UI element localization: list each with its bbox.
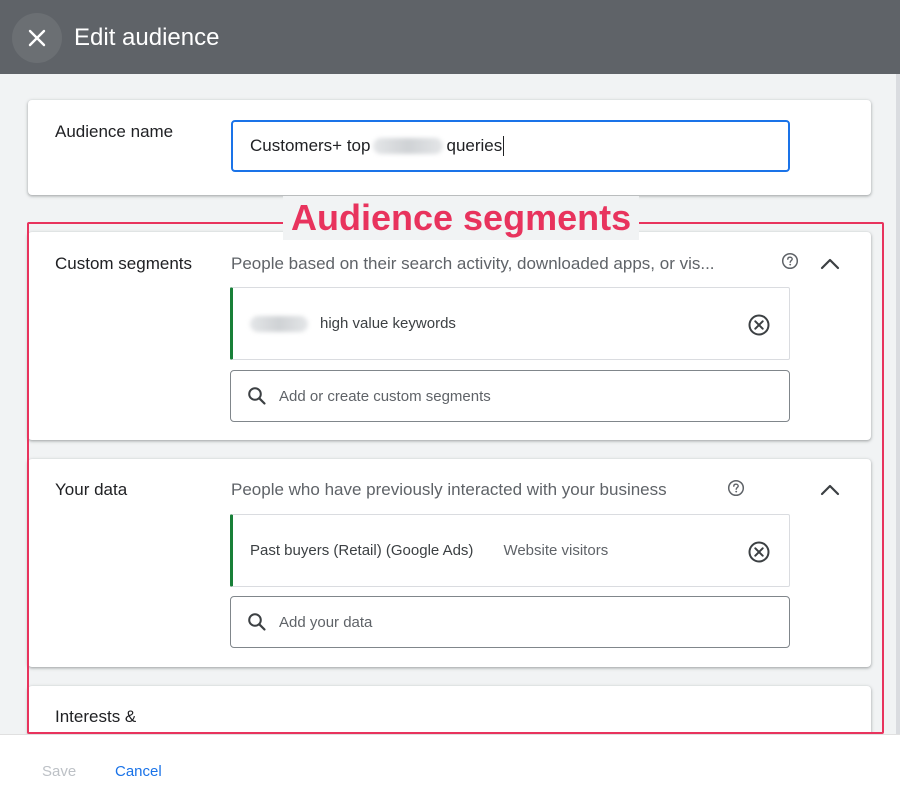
help-icon[interactable]	[727, 479, 745, 497]
redacted-text	[250, 315, 308, 332]
footer-bar: Save Cancel	[0, 734, 900, 802]
custom-segments-label: Custom segments	[55, 254, 192, 273]
custom-segment-chip: high value keywords	[230, 287, 790, 360]
search-icon	[248, 613, 266, 631]
audience-name-label: Audience name	[55, 122, 174, 141]
collapse-custom-segments-button[interactable]	[816, 250, 844, 278]
text-cursor	[503, 136, 505, 156]
your-data-search-placeholder: Add your data	[279, 613, 373, 631]
custom-segments-search-input[interactable]: Add or create custom segments	[230, 370, 790, 422]
your-data-search-input[interactable]: Add your data	[230, 596, 790, 648]
audience-name-input[interactable]: Customers+ top queries	[231, 120, 790, 172]
your-data-chip-type: Website visitors	[503, 542, 609, 559]
save-button[interactable]: Save	[42, 763, 76, 781]
custom-segments-search-placeholder: Add or create custom segments	[279, 387, 491, 405]
search-icon	[248, 387, 266, 405]
your-data-chip: Past buyers (Retail) (Google Ads) Websit…	[230, 514, 790, 587]
your-data-description: People who have previously interacted wi…	[231, 480, 667, 499]
chevron-up-icon	[820, 484, 840, 496]
close-button[interactable]	[12, 13, 62, 63]
audience-name-value-prefix: Customers+ top	[250, 136, 371, 155]
collapse-your-data-button[interactable]	[816, 476, 844, 504]
page-title: Edit audience	[74, 24, 220, 51]
chevron-up-icon	[820, 258, 840, 270]
redacted-text	[373, 138, 444, 154]
custom-segment-chip-label: high value keywords	[320, 315, 456, 332]
audience-segments-annotation: Audience segments	[283, 196, 640, 240]
remove-circle-icon[interactable]	[747, 313, 771, 337]
your-data-chip-label: Past buyers (Retail) (Google Ads)	[250, 542, 474, 559]
your-data-label: Your data	[55, 480, 128, 499]
close-icon	[28, 29, 46, 47]
help-icon[interactable]	[781, 252, 799, 270]
top-bar: Edit audience	[0, 0, 900, 74]
cancel-button[interactable]: Cancel	[115, 763, 162, 781]
interests-label: Interests &	[55, 707, 137, 726]
custom-segments-description: People based on their search activity, d…	[231, 254, 715, 273]
remove-circle-icon[interactable]	[747, 540, 771, 564]
audience-name-value-suffix: queries	[446, 136, 503, 155]
